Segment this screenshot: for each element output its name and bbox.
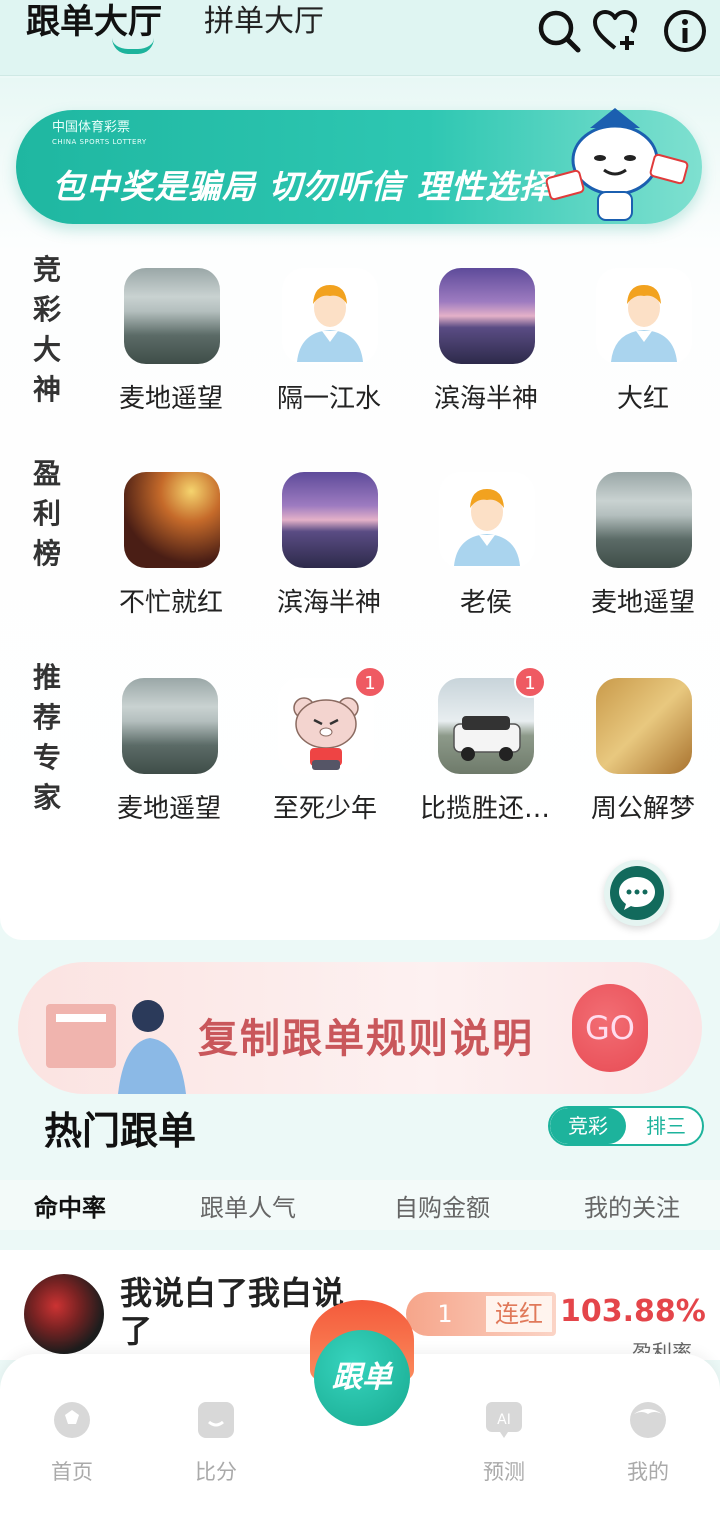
tab-mine[interactable]: 我的	[598, 1400, 698, 1486]
expert-card[interactable]: 麦地遥望	[94, 678, 244, 848]
tab-predict[interactable]: AI 预测	[454, 1400, 554, 1486]
lottery-type-toggle[interactable]: 竞彩 排三	[548, 1106, 704, 1146]
search-icon[interactable]	[536, 8, 582, 54]
follow-center-button[interactable]: 跟单	[310, 1300, 414, 1434]
avatar	[122, 678, 218, 774]
toggle-jingcai[interactable]: 竞彩	[550, 1108, 626, 1144]
follow-rules-banner[interactable]: 复制跟单规则说明 GO	[18, 962, 702, 1094]
favorite-add-icon[interactable]	[592, 8, 638, 54]
avatar	[439, 268, 535, 364]
avatar	[596, 268, 692, 364]
unread-badge: 1	[354, 666, 386, 698]
chat-bubble-icon	[619, 877, 655, 910]
active-tab-indicator	[112, 38, 154, 54]
tab-home[interactable]: 首页	[22, 1400, 122, 1486]
tab-group-hall[interactable]: 拼单大厅	[204, 2, 324, 42]
expert-name: 滨海半神	[276, 588, 381, 618]
filter-popularity[interactable]: 跟单人气	[200, 1188, 296, 1223]
expert-name: 隔一江水	[276, 384, 381, 414]
avatar	[439, 472, 535, 568]
expert-name: 老侯	[459, 588, 512, 618]
avatar	[282, 472, 378, 568]
expert-name: 不忙就红	[118, 588, 223, 618]
expert-card[interactable]: 滨海半神	[254, 472, 404, 642]
avatar	[596, 472, 692, 568]
expert-name: 大红	[616, 384, 669, 414]
expert-card[interactable]: 麦地遥望	[96, 268, 246, 438]
expert-card[interactable]: 隔一江水	[254, 268, 404, 438]
section-label-recommend: 推荐专家	[32, 661, 61, 814]
info-icon[interactable]	[662, 8, 708, 54]
expert-card[interactable]: 1 比揽胜还…	[410, 666, 560, 848]
banner-slogan: 包中奖是骗局 切勿听信 理性选择	[52, 167, 553, 206]
expert-name: 滨海半神	[433, 384, 538, 414]
expert-card[interactable]: 麦地遥望	[568, 472, 718, 642]
unread-badge: 1	[514, 666, 546, 698]
profit-rate: 103.88%	[560, 1294, 706, 1329]
tab-score[interactable]: 比分	[166, 1400, 266, 1486]
expert-card[interactable]: 滨海半神	[411, 268, 561, 438]
filter-self-amount[interactable]: 自购金额	[394, 1188, 490, 1223]
expert-name: 麦地遥望	[590, 588, 695, 618]
chat-button[interactable]	[604, 860, 670, 926]
avatar	[282, 268, 378, 364]
hot-follow-title: 热门跟单	[44, 1109, 197, 1153]
top-header: 跟单大厅 拼单大厅	[0, 0, 720, 76]
expert-name: 至死少年	[272, 794, 377, 824]
avatar	[124, 268, 220, 364]
expert-card[interactable]: 老侯	[411, 472, 561, 642]
avatar	[24, 1274, 104, 1354]
streak-badge: 1 连红	[406, 1292, 556, 1336]
expert-card[interactable]: 1 至死少年	[250, 666, 400, 848]
expert-name: 周公解梦	[590, 794, 695, 824]
toggle-pai3[interactable]: 排三	[628, 1108, 702, 1144]
svg-text:AI: AI	[497, 1412, 511, 1428]
soccer-ball-icon	[54, 1402, 90, 1438]
expert-card[interactable]: 不忙就红	[96, 472, 246, 642]
rules-illustration-icon	[46, 1000, 186, 1094]
profile-icon	[630, 1402, 666, 1438]
scoreboard-icon	[198, 1402, 234, 1438]
sort-filter-bar: 命中率 跟单人气 自购金额 我的关注	[0, 1180, 720, 1230]
section-label-jingcai: 竞彩大神	[32, 253, 61, 406]
expert-name: 麦地遥望	[118, 384, 223, 414]
lottery-mascot-icon	[545, 108, 689, 221]
expert-card[interactable]: 大红	[568, 268, 718, 438]
filter-my-follows[interactable]: 我的关注	[584, 1188, 680, 1223]
expert-name: 麦地遥望	[116, 794, 221, 824]
go-button[interactable]: GO	[572, 984, 648, 1072]
expert-card[interactable]: 周公解梦	[568, 678, 718, 848]
avatar	[124, 472, 220, 568]
expert-name: 比揽胜还…	[419, 794, 550, 824]
section-label-profit: 盈利榜	[32, 457, 61, 570]
rule-banner-text: 复制跟单规则说明	[198, 1015, 534, 1062]
china-sports-lottery-logo: 中国体育彩票 CHINA SPORTS LOTTERY	[52, 120, 147, 146]
ai-icon: AI	[486, 1402, 522, 1438]
avatar	[596, 678, 692, 774]
filter-hit-rate[interactable]: 命中率	[34, 1188, 106, 1223]
